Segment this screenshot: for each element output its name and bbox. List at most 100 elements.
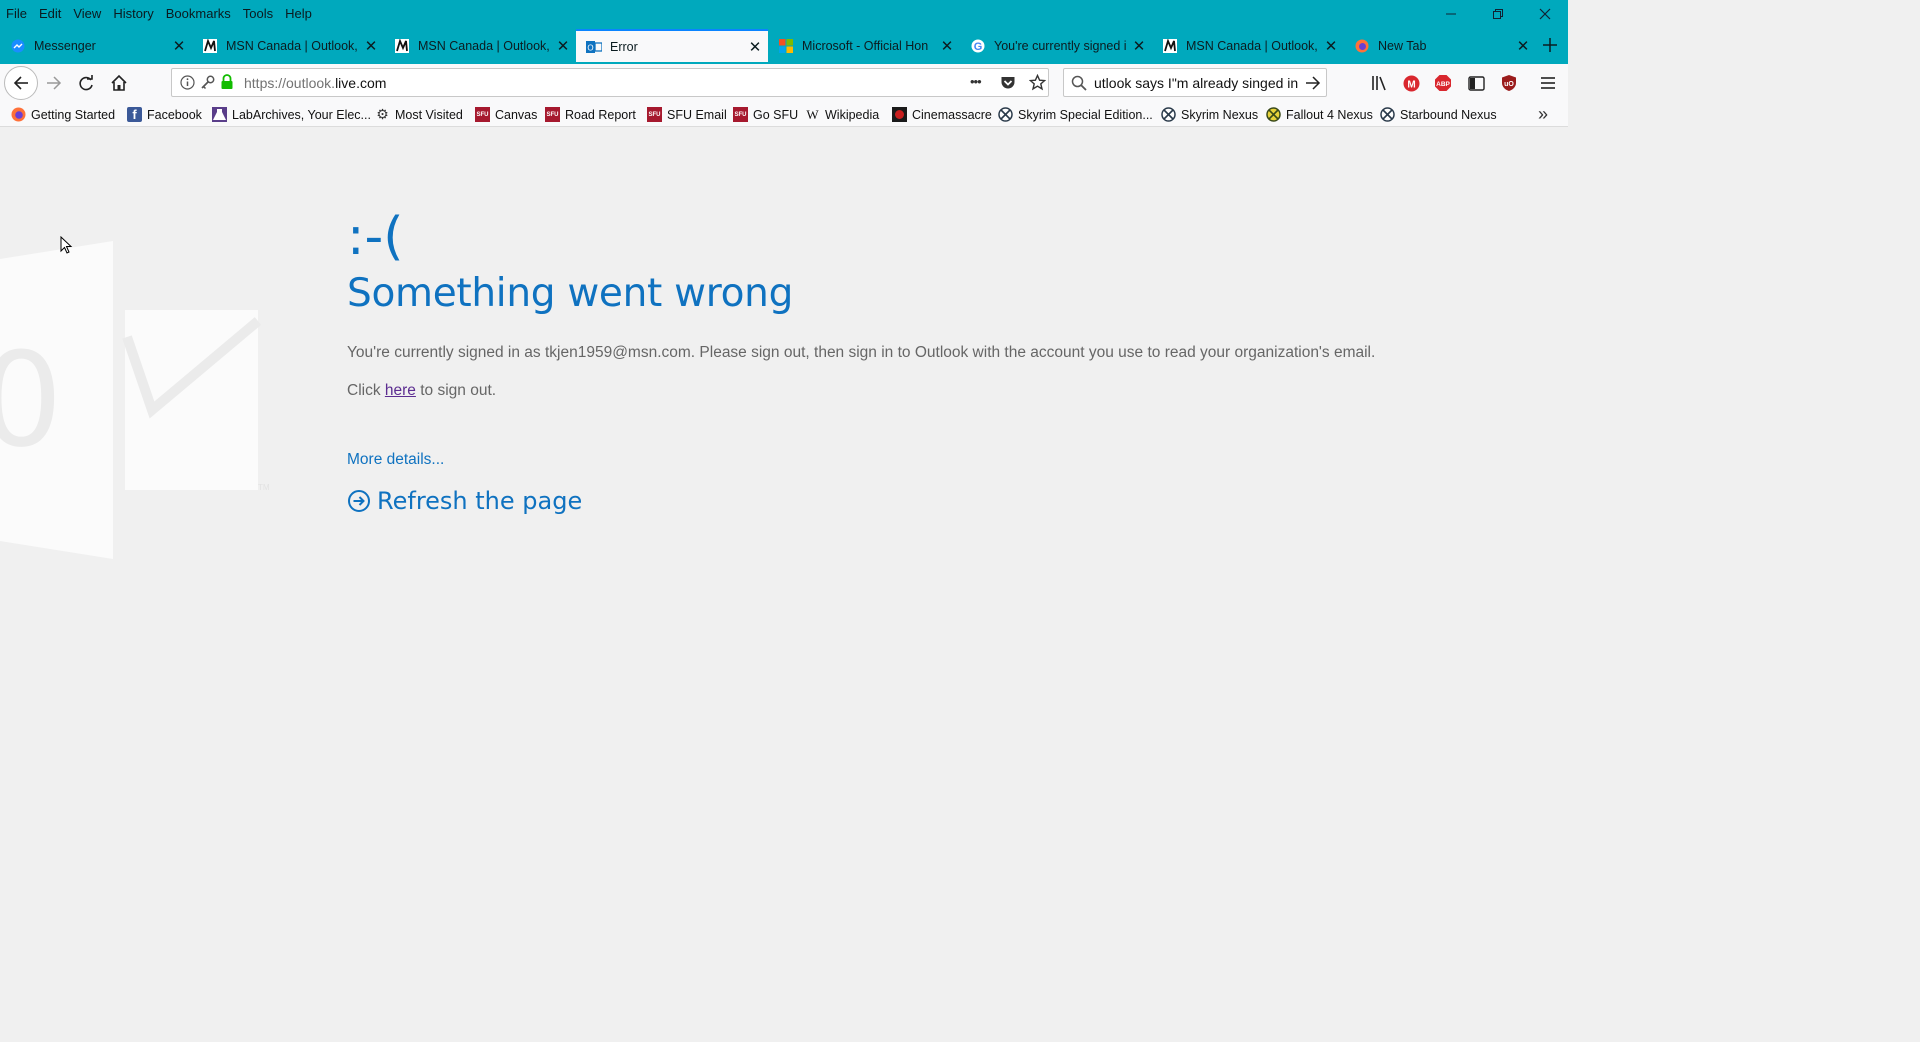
window-close-button[interactable] <box>1522 0 1568 27</box>
pocket-icon[interactable] <box>1000 75 1016 96</box>
extension-adblock-button[interactable]: ABP <box>1429 69 1457 97</box>
menu-edit[interactable]: Edit <box>33 4 67 24</box>
back-button[interactable] <box>4 66 38 100</box>
page-content: 0 TM :-( Something went wrong You're cur… <box>0 127 1568 851</box>
bookmark-road-report[interactable]: SFU Road Report <box>545 106 636 123</box>
tab-close-icon[interactable]: ✕ <box>358 37 384 55</box>
cinemassacre-icon <box>892 107 907 122</box>
bookmark-skyrim-nexus[interactable]: Skyrim Nexus <box>1161 106 1258 123</box>
mega-icon: M <box>1403 75 1419 91</box>
svg-text:M: M <box>1407 79 1415 90</box>
more-details-link[interactable]: More details... <box>347 451 444 469</box>
bookmark-starbound-nexus[interactable]: Starbound Nexus <box>1380 106 1497 123</box>
sign-out-link[interactable]: here <box>385 382 416 399</box>
tab-close-icon[interactable]: ✕ <box>166 37 192 55</box>
bookmark-label: Road Report <box>565 107 636 122</box>
lock-icon[interactable] <box>220 74 234 95</box>
forward-button[interactable] <box>40 69 68 97</box>
restore-button[interactable] <box>1475 0 1521 27</box>
svg-text:uO: uO <box>1504 81 1514 88</box>
messenger-icon <box>10 38 26 54</box>
menu-help[interactable]: Help <box>279 4 318 24</box>
home-button[interactable] <box>105 69 133 97</box>
refresh-page-link[interactable]: Refresh the page <box>347 487 582 515</box>
arrow-right-icon <box>1306 76 1321 90</box>
refresh-label: Refresh the page <box>377 487 583 515</box>
svg-text:0: 0 <box>0 324 63 476</box>
extension-mega-button[interactable]: M <box>1397 69 1425 97</box>
tab-new-tab[interactable]: New Tab ✕ <box>1344 29 1536 62</box>
tab-close-icon[interactable]: ✕ <box>742 38 768 56</box>
tab-title: MSN Canada | Outlook, <box>226 38 358 53</box>
bookmark-fallout-4-nexus[interactable]: Fallout 4 Nexus <box>1266 106 1373 123</box>
bookmark-getting-started[interactable]: Getting Started <box>11 106 115 123</box>
minimize-button[interactable] <box>1428 0 1474 27</box>
bookmark-label: Most Visited <box>395 107 463 122</box>
search-input[interactable]: utlook says I"m already singed in <box>1094 75 1299 91</box>
open-menu-button[interactable] <box>1534 69 1562 97</box>
svg-text:ABP: ABP <box>1436 81 1450 88</box>
library-button[interactable] <box>1365 69 1393 97</box>
bookmark-sfu-email[interactable]: SFU SFU Email <box>647 106 727 123</box>
tab-msn-2[interactable]: MSN Canada | Outlook, ✕ <box>384 29 576 62</box>
bookmark-wikipedia[interactable]: W Wikipedia <box>805 106 879 123</box>
outlook-logo-watermark: 0 TM <box>0 241 270 559</box>
page-actions-icon[interactable]: ••• <box>970 74 982 89</box>
star-icon[interactable] <box>1028 73 1047 96</box>
bookmark-label: Facebook <box>147 107 202 122</box>
tab-title: Messenger <box>34 38 96 53</box>
tab-title: New Tab <box>1378 38 1427 53</box>
bookmark-labarchives[interactable]: LabArchives, Your Elec... <box>212 106 371 123</box>
bookmark-most-visited[interactable]: ⚙ Most Visited <box>375 106 463 123</box>
tab-close-icon[interactable]: ✕ <box>1510 37 1536 55</box>
ublock-icon: uO <box>1502 75 1516 91</box>
bookmark-label: Cinemassacre <box>912 107 992 122</box>
menu-tools[interactable]: Tools <box>237 4 279 24</box>
tab-close-icon[interactable]: ✕ <box>550 37 576 55</box>
msn-icon <box>1162 38 1178 54</box>
tab-microsoft[interactable]: Microsoft - Official Hon ✕ <box>768 29 960 62</box>
tab-google[interactable]: G You're currently signed i ✕ <box>960 29 1152 62</box>
tab-messenger[interactable]: Messenger ✕ <box>0 29 192 62</box>
bookmarks-overflow-button[interactable]: » <box>1538 104 1548 124</box>
plus-icon <box>1543 38 1557 52</box>
nexus-icon <box>1161 107 1176 122</box>
key-icon[interactable] <box>200 75 215 95</box>
bookmark-cinemassacre[interactable]: Cinemassacre <box>892 106 992 123</box>
menu-view[interactable]: View <box>67 4 107 24</box>
sign-out-instruction: Click here to sign out. <box>347 382 496 400</box>
click-prefix: Click <box>347 382 385 399</box>
tab-title: You're currently signed i <box>994 38 1126 53</box>
firefox-icon <box>1354 38 1370 54</box>
bookmark-canvas[interactable]: SFU Canvas <box>475 106 537 123</box>
tab-msn-1[interactable]: MSN Canada | Outlook, ✕ <box>192 29 384 62</box>
search-bar[interactable]: utlook says I"m already singed in <box>1063 68 1327 97</box>
tab-msn-3[interactable]: MSN Canada | Outlook, ✕ <box>1152 29 1344 62</box>
menu-history[interactable]: History <box>107 4 159 24</box>
bookmark-facebook[interactable]: f Facebook <box>127 106 202 123</box>
menu-file[interactable]: File <box>0 4 33 24</box>
tab-title: Microsoft - Official Hon <box>802 38 929 53</box>
sfu-icon: SFU <box>545 107 560 122</box>
extension-ublock-button[interactable]: uO <box>1495 69 1523 97</box>
info-icon[interactable] <box>180 75 195 95</box>
bookmark-label: LabArchives, Your Elec... <box>232 107 371 122</box>
sidebar-button[interactable] <box>1462 69 1490 97</box>
new-tab-button[interactable] <box>1534 30 1566 60</box>
url-text[interactable]: https://outlook.live.com <box>244 75 386 91</box>
tab-error[interactable]: O Error ✕ <box>576 29 768 62</box>
tab-close-icon[interactable]: ✕ <box>1126 37 1152 55</box>
sfu-icon: SFU <box>475 107 490 122</box>
menu-bar: File Edit View History Bookmarks Tools H… <box>0 0 1568 27</box>
google-icon: G <box>970 38 986 54</box>
search-go-button[interactable] <box>1304 74 1322 97</box>
tab-close-icon[interactable]: ✕ <box>1318 37 1344 55</box>
menu-bookmarks[interactable]: Bookmarks <box>160 4 237 24</box>
bookmark-skyrim-special-edition[interactable]: Skyrim Special Edition... <box>998 106 1153 123</box>
tab-close-icon[interactable]: ✕ <box>934 37 960 55</box>
url-bar[interactable]: https://outlook.live.com ••• <box>171 68 1049 97</box>
tab-title: MSN Canada | Outlook, <box>1186 38 1318 53</box>
bookmark-go-sfu[interactable]: SFU Go SFU <box>733 106 798 123</box>
reload-button[interactable] <box>72 69 100 97</box>
svg-text:TM: TM <box>258 483 270 492</box>
